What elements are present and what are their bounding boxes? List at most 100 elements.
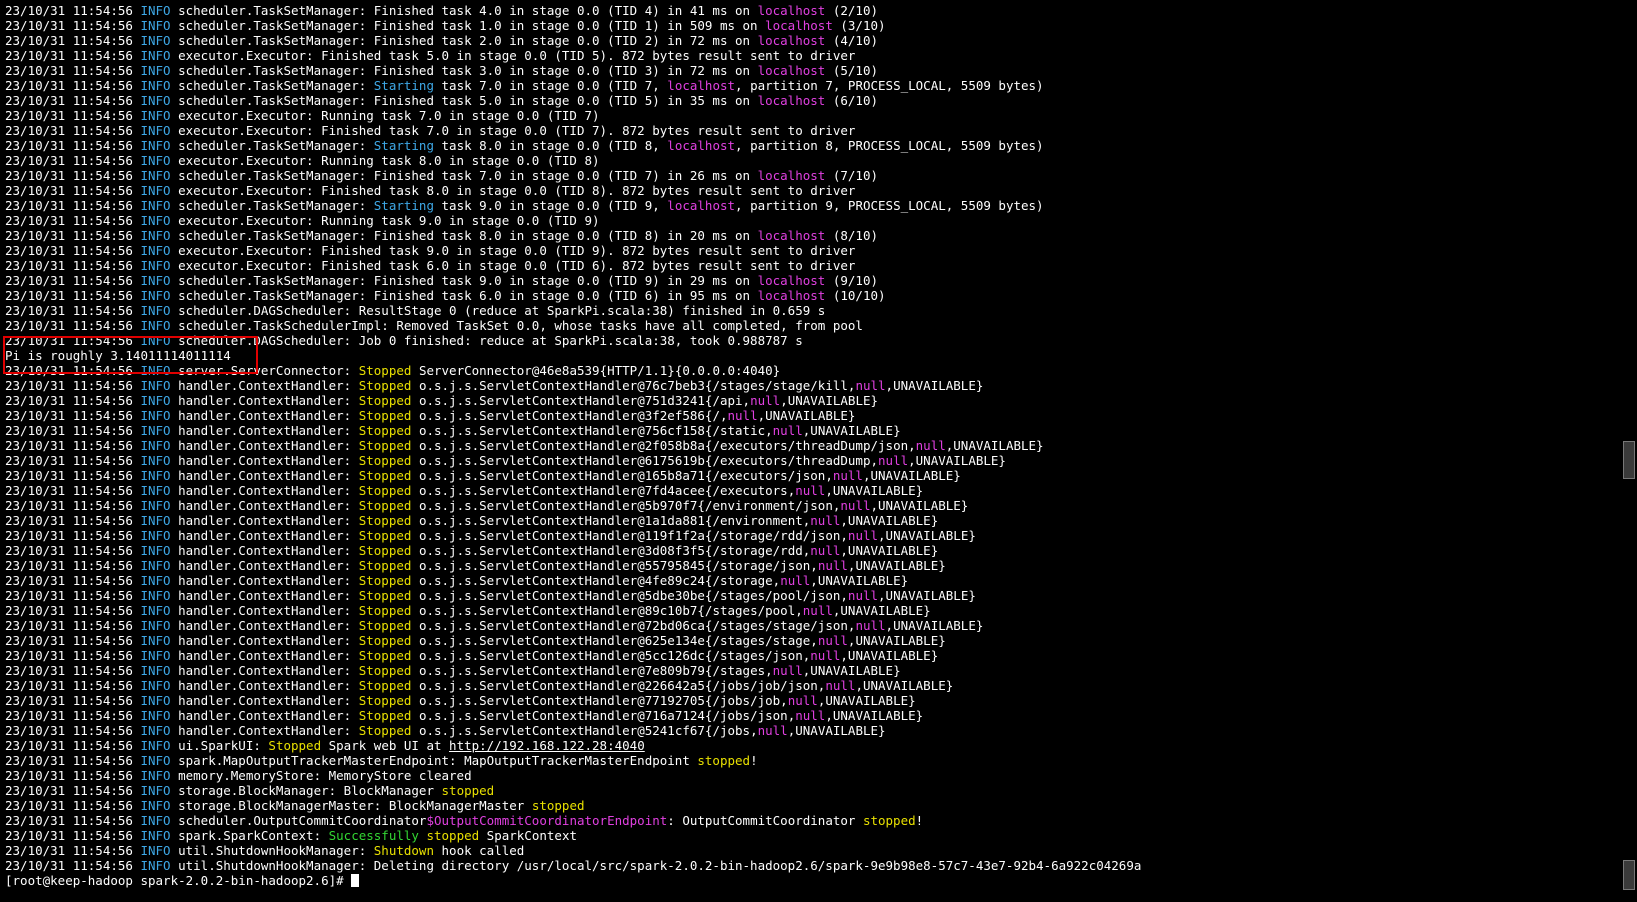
log-text: o.s.j.s.ServletContextHandler@5cc126dc{/… — [411, 648, 811, 663]
log-stopped-token: stopped — [697, 753, 751, 768]
log-text: o.s.j.s.ServletContextHandler@119f1f2a{/… — [411, 528, 848, 543]
log-text: ,UNAVAILABLE} — [825, 708, 924, 723]
result-highlight-box — [3, 336, 258, 374]
log-stopped-token: Stopped — [358, 498, 412, 513]
log-line: 23/10/31 11:54:56 INFO scheduler.TaskSet… — [5, 63, 1141, 78]
log-text: ,UNAVAILABLE} — [840, 543, 939, 558]
log-text: o.s.j.s.ServletContextHandler@716a7124{/… — [411, 708, 796, 723]
log-text: o.s.j.s.ServletContextHandler@7e809b79{/… — [411, 663, 773, 678]
log-localhost-token: localhost — [757, 93, 826, 108]
log-null-token: null — [795, 483, 826, 498]
log-url-token[interactable]: http://192.168.122.28:4040 — [449, 738, 645, 753]
log-info-token: INFO — [140, 108, 171, 123]
log-localhost-token: localhost — [667, 198, 736, 213]
vertical-scrollbar[interactable] — [1620, 0, 1637, 902]
log-starting-token: Starting — [373, 198, 434, 213]
log-stopped-token: Stopped — [358, 573, 412, 588]
log-text: scheduler.DAGScheduler: Job 0 finished: … — [170, 333, 803, 348]
scrollbar-marker[interactable] — [1623, 441, 1635, 479]
log-line: 23/10/31 11:54:56 INFO scheduler.TaskSet… — [5, 33, 1141, 48]
log-text: handler.ContextHandler: — [170, 468, 359, 483]
log-info-token: INFO — [140, 63, 171, 78]
log-text: 23/10/31 11:54:56 — [5, 468, 141, 483]
log-stopped-token: Stopped — [358, 378, 412, 393]
log-line: 23/10/31 11:54:56 INFO scheduler.TaskSet… — [5, 18, 1141, 33]
log-line: 23/10/31 11:54:56 INFO handler.ContextHa… — [5, 573, 1141, 588]
log-text: o.s.j.s.ServletContextHandler@5b970f7{/e… — [411, 498, 841, 513]
log-stopped-token: Stopped — [358, 648, 412, 663]
log-text: 23/10/31 11:54:56 — [5, 573, 141, 588]
log-null-token: null — [795, 708, 826, 723]
log-text: util.ShutdownHookManager: Deleting direc… — [170, 858, 1142, 873]
log-text: 23/10/31 11:54:56 — [5, 498, 141, 513]
scrollbar-thumb[interactable] — [1623, 860, 1635, 890]
log-null-token: null — [915, 438, 946, 453]
log-text: executor.Executor: Finished task 6.0 in … — [170, 258, 856, 273]
log-info-token: INFO — [140, 33, 171, 48]
log-line: 23/10/31 11:54:56 INFO scheduler.OutputC… — [5, 813, 1141, 828]
log-info-token: INFO — [140, 753, 171, 768]
log-stopped-token: Stopped — [358, 528, 412, 543]
log-text: scheduler.TaskSetManager: Finished task … — [170, 93, 758, 108]
log-text: hook called — [434, 843, 525, 858]
log-stopped-token: Stopped — [358, 393, 412, 408]
log-text: handler.ContextHandler: — [170, 663, 359, 678]
log-line: 23/10/31 11:54:56 INFO util.ShutdownHook… — [5, 843, 1141, 858]
log-info-token: INFO — [140, 183, 171, 198]
log-text: handler.ContextHandler: — [170, 618, 359, 633]
log-text: 23/10/31 11:54:56 — [5, 633, 141, 648]
log-line: 23/10/31 11:54:56 INFO scheduler.TaskSet… — [5, 138, 1141, 153]
log-text: handler.ContextHandler: — [170, 723, 359, 738]
log-text: (2/10) — [825, 3, 878, 18]
log-info-token: INFO — [140, 48, 171, 63]
log-text: handler.ContextHandler: — [170, 603, 359, 618]
log-text: 23/10/31 11:54:56 — [5, 183, 141, 198]
log-stopped-token: Stopped — [358, 408, 412, 423]
log-null-token: null — [840, 498, 871, 513]
log-stopped-token: Stopped — [358, 723, 412, 738]
log-null-token: null — [855, 378, 886, 393]
log-null-token: null — [810, 648, 841, 663]
log-text: 23/10/31 11:54:56 — [5, 378, 141, 393]
log-text: scheduler.TaskSetManager: Finished task … — [170, 273, 758, 288]
log-text: 23/10/31 11:54:56 — [5, 393, 141, 408]
log-text: ,UNAVAILABLE} — [840, 648, 939, 663]
log-text: 23/10/31 11:54:56 — [5, 648, 141, 663]
log-text: o.s.j.s.ServletContextHandler@72bd06ca{/… — [411, 618, 856, 633]
log-line: 23/10/31 11:54:56 INFO scheduler.TaskSet… — [5, 288, 1141, 303]
log-info-token: INFO — [140, 393, 171, 408]
log-text: storage.BlockManager: BlockManager — [170, 783, 442, 798]
log-text: scheduler.TaskSchedulerImpl: Removed Tas… — [170, 318, 863, 333]
log-text: 23/10/31 11:54:56 — [5, 108, 141, 123]
log-info-token: INFO — [140, 438, 171, 453]
log-text: 23/10/31 11:54:56 — [5, 288, 141, 303]
log-text: 23/10/31 11:54:56 — [5, 273, 141, 288]
shell-prompt-line[interactable]: [root@keep-hadoop spark-2.0.2-bin-hadoop… — [5, 873, 1141, 888]
log-text: 23/10/31 11:54:56 — [5, 138, 141, 153]
log-text: o.s.j.s.ServletContextHandler@55795845{/… — [411, 558, 818, 573]
log-line: 23/10/31 11:54:56 INFO handler.ContextHa… — [5, 693, 1141, 708]
log-info-token: INFO — [140, 618, 171, 633]
log-text: scheduler.TaskSetManager: — [170, 138, 374, 153]
log-stopped-token: Stopped — [358, 678, 412, 693]
terminal-window[interactable]: 23/10/31 11:54:56 INFO scheduler.TaskSet… — [0, 0, 1620, 902]
log-text: ,UNAVAILABLE} — [802, 663, 901, 678]
log-line: 23/10/31 11:54:56 INFO handler.ContextHa… — [5, 588, 1141, 603]
log-line: 23/10/31 11:54:56 INFO handler.ContextHa… — [5, 513, 1141, 528]
log-text: 23/10/31 11:54:56 — [5, 318, 141, 333]
log-text: handler.ContextHandler: — [170, 573, 359, 588]
log-text: SparkContext — [479, 828, 577, 843]
log-localhost-token: localhost — [757, 228, 826, 243]
log-text: 23/10/31 11:54:56 — [5, 123, 141, 138]
log-info-token: INFO — [140, 768, 171, 783]
log-line: 23/10/31 11:54:56 INFO executor.Executor… — [5, 243, 1141, 258]
log-text: 23/10/31 11:54:56 — [5, 813, 141, 828]
log-null-token: null — [727, 408, 758, 423]
log-text: (7/10) — [825, 168, 878, 183]
log-info-token: INFO — [140, 258, 171, 273]
log-success-token: Successfully — [328, 828, 419, 843]
log-info-token: INFO — [140, 468, 171, 483]
log-text: o.s.j.s.ServletContextHandler@6175619b{/… — [411, 453, 879, 468]
log-info-token: INFO — [140, 588, 171, 603]
log-null-token: null — [878, 453, 909, 468]
